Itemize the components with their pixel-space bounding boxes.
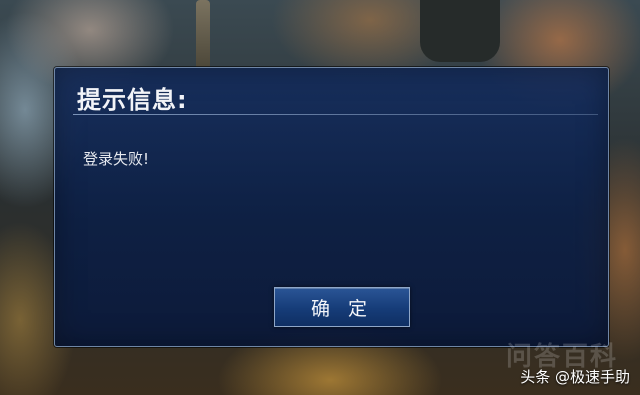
- background-staff: [196, 0, 210, 70]
- confirm-button[interactable]: 确 定: [274, 287, 410, 327]
- info-dialog: 提示信息: 登录失败! 确 定: [54, 67, 609, 347]
- dialog-title: 提示信息:: [77, 86, 188, 114]
- source-watermark: 头条 @极速手助: [520, 368, 630, 386]
- dialog-message: 登录失败!: [83, 150, 150, 168]
- background-helmet: [420, 0, 500, 62]
- title-divider: [73, 114, 598, 115]
